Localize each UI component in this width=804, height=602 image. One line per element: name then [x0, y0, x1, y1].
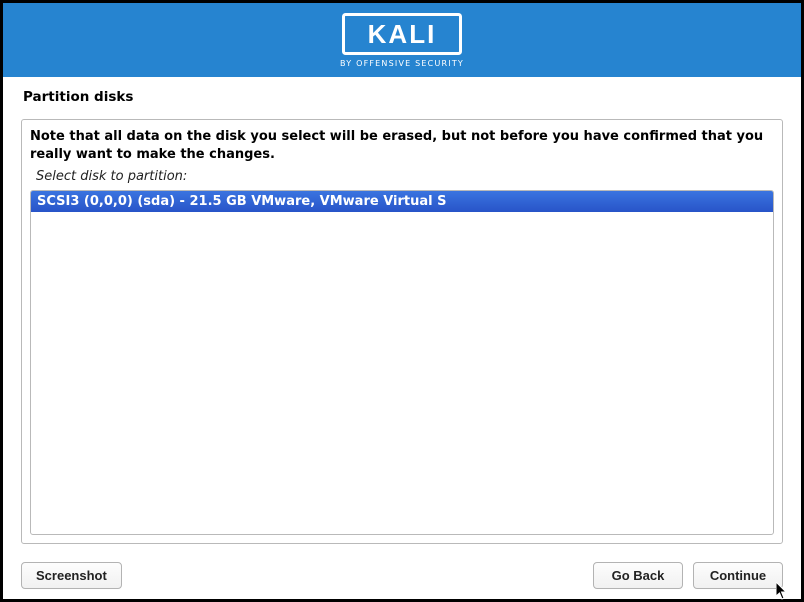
go-back-button[interactable]: Go Back — [593, 562, 683, 589]
button-row-right: Go Back Continue — [593, 562, 783, 589]
kali-subtitle: BY OFFENSIVE SECURITY — [340, 59, 464, 68]
select-disk-label: Select disk to partition: — [36, 169, 774, 184]
continue-button[interactable]: Continue — [693, 562, 783, 589]
svg-text:KALI: KALI — [368, 19, 437, 49]
main-panel: Note that all data on the disk you selec… — [21, 119, 783, 544]
instruction-text: Note that all data on the disk you selec… — [30, 128, 774, 163]
content-area: Partition disks Note that all data on th… — [3, 77, 801, 554]
page-title: Partition disks — [23, 89, 783, 105]
installer-window: KALI BY OFFENSIVE SECURITY Partition dis… — [0, 0, 804, 602]
disk-item[interactable]: SCSI3 (0,0,0) (sda) - 21.5 GB VMware, VM… — [31, 191, 773, 212]
button-row: Screenshot Go Back Continue — [3, 554, 801, 599]
kali-logo-icon: KALI — [342, 13, 462, 55]
header-bar: KALI BY OFFENSIVE SECURITY — [3, 3, 801, 77]
disk-list[interactable]: SCSI3 (0,0,0) (sda) - 21.5 GB VMware, VM… — [30, 190, 774, 535]
screenshot-button[interactable]: Screenshot — [21, 562, 122, 589]
kali-logo: KALI BY OFFENSIVE SECURITY — [340, 13, 464, 68]
